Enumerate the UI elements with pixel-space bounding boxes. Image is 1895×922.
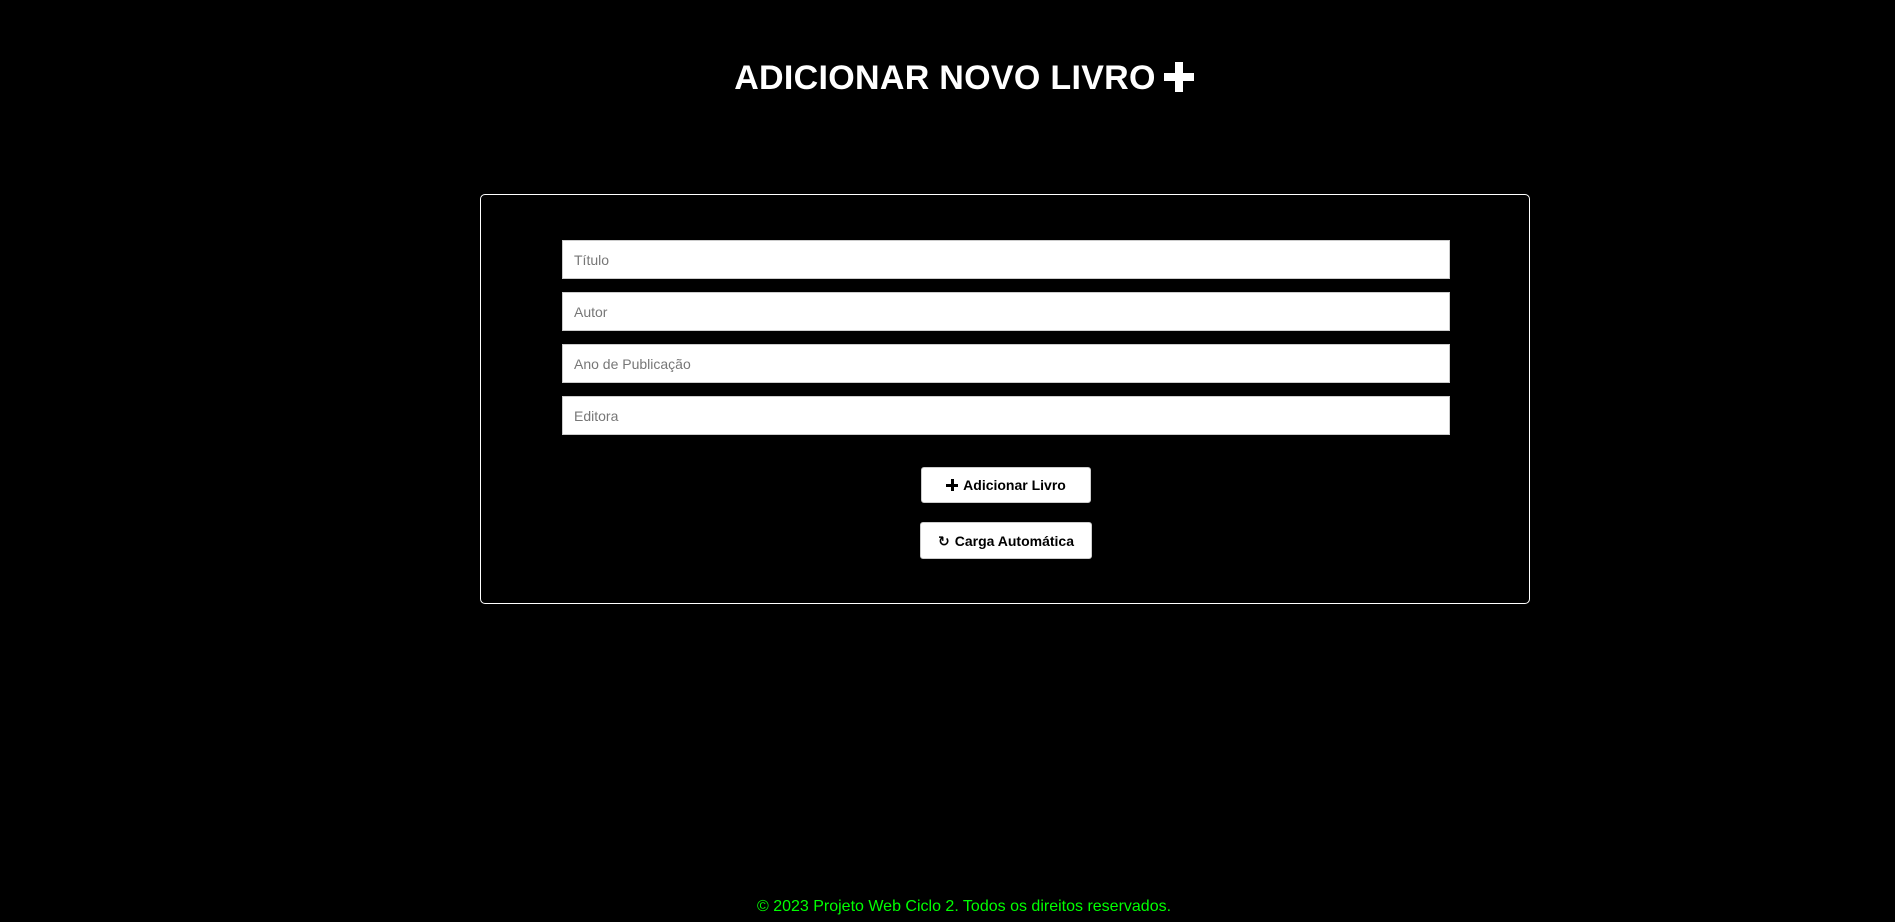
author-input[interactable]: [562, 292, 1450, 331]
title-input[interactable]: [562, 240, 1450, 279]
footer-copyright: © 2023 Projeto Web Ciclo 2. Todos os dir…: [756, 898, 1172, 915]
page: ADICIONAR NOVO LIVRO Adicionar Livro ↻ C…: [0, 0, 1895, 922]
add-book-button[interactable]: Adicionar Livro: [921, 467, 1091, 503]
auto-load-button[interactable]: ↻ Carga Automática: [920, 522, 1092, 559]
page-title-text: ADICIONAR NOVO LIVRO: [734, 59, 1156, 97]
publication-year-input[interactable]: [562, 344, 1450, 383]
add-book-button-label: Adicionar Livro: [963, 477, 1066, 493]
page-title: ADICIONAR NOVO LIVRO: [0, 56, 1895, 100]
auto-load-button-label: Carga Automática: [954, 532, 1075, 549]
plus-icon: [1163, 62, 1194, 92]
plus-icon: [946, 479, 959, 491]
publisher-input[interactable]: [562, 396, 1450, 435]
refresh-icon: ↻: [937, 532, 950, 549]
add-book-form: Adicionar Livro ↻ Carga Automática: [480, 194, 1530, 604]
